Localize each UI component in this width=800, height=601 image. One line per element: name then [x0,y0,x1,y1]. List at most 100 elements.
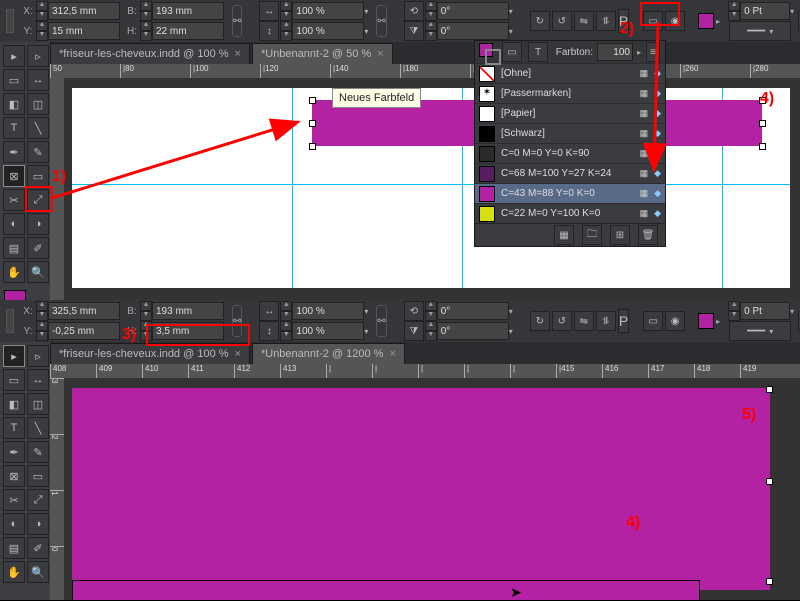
gradient-feather-tool[interactable]: ◑ [27,513,49,535]
rectangle-frame-tool[interactable]: ⊠ [3,165,25,187]
flip-v-icon[interactable]: ⥮ [596,11,616,31]
ruler-vertical[interactable] [50,78,65,300]
rotate-cw-icon[interactable]: ↻ [530,11,550,31]
shear-input[interactable] [437,22,509,40]
link-scale-icon[interactable]: ⚯ [376,305,386,337]
container-select-icon[interactable]: ▭ [643,311,663,331]
tint-slider-icon[interactable]: ▸ [637,48,641,57]
page-tool[interactable]: ▭ [3,369,25,391]
scale-y-input[interactable] [292,22,364,40]
swatch-row[interactable]: C=22 M=0 Y=100 K=0▦◆ [475,203,665,223]
rectangle-frame-tool[interactable]: ⊠ [3,465,25,487]
selected-rectangle-bottom[interactable] [72,580,700,600]
formatting-container-icon[interactable]: ▭ [502,42,522,62]
close-icon[interactable]: × [377,48,383,60]
line-tool[interactable]: ╲ [27,417,49,439]
placer-tool[interactable]: ◫ [27,393,49,415]
scale-x-input[interactable] [292,302,364,320]
page-tool[interactable]: ▭ [3,69,25,91]
new-folder-icon[interactable]: 🗀 [582,225,602,245]
transform-tool[interactable]: ⤢ [27,489,49,511]
rectangle-tool[interactable]: ▭ [27,165,49,187]
direct-selection-tool[interactable]: ▹ [27,45,49,67]
swatch-row[interactable]: [Papier]▦◆ [475,103,665,123]
gap-tool[interactable]: ↔ [27,369,49,391]
rotate-ccw-icon[interactable]: ↺ [552,311,572,331]
x-input[interactable] [48,2,120,20]
link-wh-icon[interactable]: ⚯ [232,5,242,37]
content-select-icon[interactable]: ◉ [665,11,685,31]
fill-swatch[interactable] [698,13,714,29]
rectangle-tool[interactable]: ▭ [27,465,49,487]
h-input[interactable] [152,22,224,40]
swatch-view-icon[interactable]: ▦ [554,225,574,245]
doc-tab-2[interactable]: *Unbenannt-2 @ 1200 %× [252,343,405,364]
swatch-row[interactable]: C=0 M=0 Y=0 K=90▦◆ [475,143,665,163]
canvas[interactable]: ➤ [64,378,800,600]
canvas[interactable] [64,78,800,300]
hand-tool[interactable]: ✋ [3,261,25,283]
link-wh-icon[interactable]: ⚯ [232,305,242,337]
pen-tool[interactable]: ✒ [3,141,25,163]
selected-rectangle-top[interactable] [72,388,770,590]
scale-y-input[interactable] [292,322,364,340]
scissors-tool[interactable]: ✂ [3,189,25,211]
w-input[interactable] [152,302,224,320]
p-icon[interactable]: P [618,309,629,333]
scissors-tool[interactable]: ✂ [3,489,25,511]
delete-swatch-icon[interactable]: 🗑 [638,225,658,245]
content-tool[interactable]: ◧ [3,93,25,115]
gradient-swatch-tool[interactable]: ◐ [3,213,25,235]
tint-input[interactable] [597,43,633,61]
zoom-tool[interactable]: 🔍 [27,261,49,283]
hand-tool[interactable]: ✋ [3,561,25,583]
scale-x-input[interactable] [292,2,364,20]
pen-tool[interactable]: ✒ [3,441,25,463]
gradient-swatch-tool[interactable]: ◐ [3,513,25,535]
line-tool[interactable]: ╲ [27,117,49,139]
panel-flyout-icon[interactable]: ≡ [646,42,660,62]
flip-v-icon[interactable]: ⥮ [596,311,616,331]
w-input[interactable] [152,2,224,20]
x-input[interactable] [48,302,120,320]
transform-tool[interactable]: ⤢ [27,189,49,211]
swatch-row[interactable]: ✶[Passermarken]▦◆ [475,83,665,103]
rotate-cw-icon[interactable]: ↻ [530,311,550,331]
link-scale-icon[interactable]: ⚯ [376,5,386,37]
selection-tool[interactable]: ▸ [3,345,25,367]
reference-point-grid[interactable] [6,309,14,333]
fill-swatch[interactable] [698,313,714,329]
swatch-row[interactable]: C=43 M=88 Y=0 K=0▦◆ [475,183,665,203]
doc-tab-1[interactable]: *friseur-les-cheveux.indd @ 100 %× [50,43,250,64]
eyedropper-tool[interactable]: ✐ [27,537,49,559]
doc-tab-1[interactable]: *friseur-les-cheveux.indd @ 100 %× [50,343,250,364]
stroke-weight-input[interactable] [740,2,790,20]
close-icon[interactable]: × [389,348,395,360]
ruler-vertical[interactable]: 3210 [50,378,65,600]
content-tool[interactable]: ◧ [3,393,25,415]
h-input[interactable] [152,322,224,340]
rotate-ccw-icon[interactable]: ↺ [552,11,572,31]
selection-tool[interactable]: ▸ [3,45,25,67]
ruler-horizontal[interactable]: 408409410411412413||||||415416417418419 [50,364,800,379]
formatting-text-icon[interactable]: T [528,42,548,62]
y-input[interactable] [48,22,120,40]
pencil-tool[interactable]: ✎ [27,141,49,163]
p-icon[interactable]: P [618,9,629,33]
flip-h-icon[interactable]: ⇋ [574,311,594,331]
gradient-feather-tool[interactable]: ◑ [27,213,49,235]
direct-selection-tool[interactable]: ▹ [27,345,49,367]
swatch-row[interactable]: [Schwarz]▦◆ [475,123,665,143]
stroke-weight-input[interactable] [740,302,790,320]
fill-dropdown-icon[interactable]: ▸ [716,17,720,26]
close-icon[interactable]: × [235,348,241,360]
flip-h-icon[interactable]: ⇋ [574,11,594,31]
reference-point-grid[interactable] [6,9,14,33]
stroke-style-dropdown[interactable]: ━━━ ▾ [729,321,791,341]
note-tool[interactable]: ▤ [3,537,25,559]
fill-stroke-mini-icon[interactable] [479,43,497,61]
swatch-row[interactable]: [Ohne]▦◆ [475,63,665,83]
y-input[interactable] [48,322,120,340]
zoom-tool[interactable]: 🔍 [27,561,49,583]
rotate-input[interactable] [437,2,509,20]
